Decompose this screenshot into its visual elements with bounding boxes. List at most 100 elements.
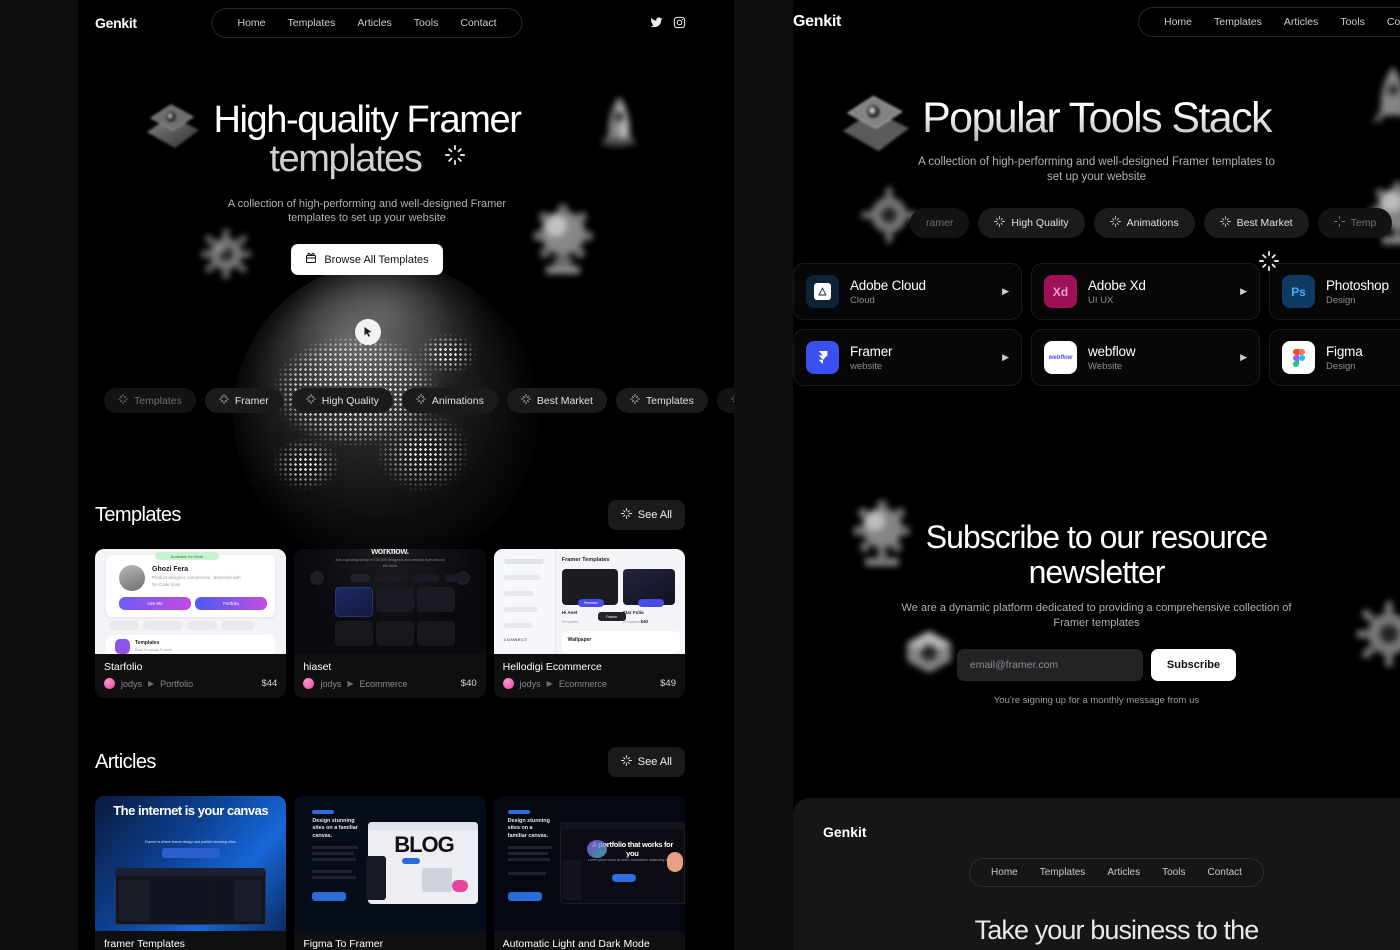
- tag-chip[interactable]: Framer: [716, 388, 734, 413]
- chevron-right-icon[interactable]: ▶: [1240, 352, 1247, 363]
- footer-nav-item-contact[interactable]: Contact: [1196, 865, 1252, 880]
- sparkle-icon: [305, 394, 316, 407]
- brand-logo[interactable]: Genkit: [95, 15, 137, 31]
- article-card-body: Figma To Framer News ▶ Feb 15, 2024: [294, 931, 485, 950]
- instagram-icon[interactable]: [673, 16, 686, 29]
- right-panel: Genkit Home Templates Articles Tools Con…: [735, 0, 1400, 950]
- template-card-body: hiaset jodys ▶ Ecommerce $40: [294, 654, 485, 698]
- footer-nav-item-home[interactable]: Home: [980, 865, 1029, 880]
- article-card[interactable]: Design stunning sites on a familiar canv…: [294, 796, 486, 950]
- tag-label: ramer: [926, 217, 954, 229]
- nav-item-templates[interactable]: Templates: [277, 15, 347, 31]
- nav-item-contact[interactable]: Contact: [1376, 14, 1400, 30]
- globe-cursor-marker[interactable]: [355, 319, 381, 345]
- tag-chip[interactable]: Animations: [1093, 208, 1195, 238]
- email-input[interactable]: [956, 649, 1143, 682]
- thumb-desc: Product designer, solopreneur, obsessed …: [152, 575, 241, 587]
- chevron-right-icon[interactable]: ▶: [1002, 286, 1009, 297]
- footer-brand-logo[interactable]: Genkit: [823, 824, 1400, 840]
- tag-chip[interactable]: Templates: [104, 388, 196, 413]
- browse-all-templates-button[interactable]: Browse All Templates: [291, 244, 443, 276]
- tag-chip[interactable]: High Quality: [978, 208, 1085, 238]
- sparkle-icon: [218, 394, 229, 407]
- tag-chip[interactable]: High Quality: [291, 388, 393, 413]
- sparkle-icon: [1259, 251, 1279, 271]
- left-panel: Genkit Home Templates Articles Tools Con…: [0, 0, 735, 950]
- subscribe-title: Subscribe to our resource newsletter: [793, 520, 1400, 589]
- articles-see-all-button[interactable]: See All: [607, 747, 685, 777]
- templates-section: Templates See All Available for Work Gho…: [95, 500, 685, 698]
- subscribe-button[interactable]: Subscribe: [1150, 649, 1237, 682]
- template-card-meta: jodys ▶ Ecommerce $40: [303, 678, 477, 689]
- nav-item-contact[interactable]: Contact: [449, 15, 507, 31]
- gift-icon: [305, 252, 317, 267]
- see-all-label: See All: [637, 509, 672, 521]
- tool-text: Adobe Xd UI UX: [1088, 278, 1229, 306]
- app-screen: Genkit Home Templates Articles Tools Con…: [0, 0, 1400, 950]
- template-category: Ecommerce: [558, 678, 607, 689]
- tool-text: Adobe Cloud Cloud: [850, 278, 991, 306]
- templates-card-grid: Available for Work Ghozi Fera Product de…: [95, 549, 685, 698]
- subscribe-form: Subscribe: [793, 649, 1400, 682]
- template-card[interactable]: workflow. Join a growing family of 100,0…: [294, 549, 486, 698]
- article-card[interactable]: The internet is your canvas Framer is wh…: [95, 796, 287, 950]
- left-navbar: Genkit Home Templates Articles Tools Con…: [0, 0, 734, 45]
- tag-label: Templates: [134, 394, 182, 407]
- template-card[interactable]: Available for Work Ghozi Fera Product de…: [95, 549, 287, 698]
- tool-card-webflow[interactable]: webflow webflow Website ▶: [1031, 329, 1260, 386]
- template-category: Portfolio: [160, 678, 194, 689]
- nav-item-templates[interactable]: Templates: [1203, 14, 1273, 30]
- tool-card-framer[interactable]: Framer website ▶: [793, 329, 1022, 386]
- nav-item-home[interactable]: Home: [1153, 14, 1203, 30]
- twitter-icon[interactable]: [650, 16, 663, 29]
- nav-links: Home Templates Articles Tools Contact: [1138, 6, 1400, 37]
- tool-card-photoshop[interactable]: Ps Photoshop Design ▶: [1269, 263, 1400, 320]
- sparkle-icon: [118, 394, 128, 407]
- browse-button-label: Browse All Templates: [324, 253, 429, 266]
- nav-item-articles[interactable]: Articles: [1273, 14, 1329, 30]
- templates-heading: Templates: [95, 503, 181, 526]
- article-card-body: framer Templates Website ▶ Feb 15, 2024: [95, 931, 286, 950]
- tool-card-adobe-cloud[interactable]: △ Adobe Cloud Cloud ▶: [793, 263, 1022, 320]
- footer-nav-item-templates[interactable]: Templates: [1029, 865, 1097, 880]
- article-card[interactable]: Design stunning sites on a familiar canv…: [493, 796, 685, 950]
- thumb-btn-portfolio: Portfolio: [195, 597, 267, 610]
- nav-item-tools[interactable]: Tools: [1329, 14, 1376, 30]
- tool-name: Adobe Xd: [1088, 277, 1146, 293]
- tag-chip[interactable]: Templates: [615, 388, 708, 413]
- footer-nav-item-tools[interactable]: Tools: [1151, 865, 1196, 880]
- right-marquee-tags: ramer High Quality Animations Best Marke…: [910, 208, 1393, 238]
- tag-label: Animations: [1126, 217, 1179, 229]
- tool-card-adobe-xd[interactable]: Xd Adobe Xd UI UX ▶: [1031, 263, 1260, 320]
- templates-see-all-button[interactable]: See All: [607, 500, 685, 530]
- thumb-head: Framer Templates: [561, 557, 610, 563]
- brand-logo[interactable]: Genkit: [793, 13, 841, 31]
- subscribe-title-line1: Subscribe to our resource: [925, 519, 1268, 555]
- chevron-right-icon[interactable]: ▶: [1002, 352, 1009, 363]
- thumb-badge: Available for Work: [155, 552, 219, 560]
- footer-nav-item-articles[interactable]: Articles: [1096, 865, 1151, 880]
- nav-item-home[interactable]: Home: [226, 15, 276, 31]
- template-card-meta: jodys ▶ Portfolio $44: [104, 678, 277, 689]
- tag-chip[interactable]: Animations: [401, 388, 498, 413]
- tag-chip[interactable]: Best Market: [1203, 208, 1309, 238]
- subscribe-section: Subscribe to our resource newsletter We …: [793, 520, 1400, 707]
- nav-item-tools[interactable]: Tools: [403, 15, 450, 31]
- template-price: $49: [660, 678, 676, 689]
- avatar: [104, 678, 115, 689]
- tool-category: Design: [1326, 360, 1356, 372]
- nav-item-articles[interactable]: Articles: [346, 15, 402, 31]
- footer-nav: Home Templates Articles Tools Contact: [793, 858, 1400, 887]
- tag-chip[interactable]: Framer: [204, 388, 283, 413]
- chevron-right-icon[interactable]: ▶: [1240, 286, 1247, 297]
- thumb-head: workflow.: [371, 549, 409, 556]
- tag-chip[interactable]: ramer: [910, 208, 970, 238]
- sparkle-icon: [620, 755, 632, 769]
- tool-name: webflow: [1088, 343, 1136, 359]
- tag-chip[interactable]: Best Market: [506, 388, 607, 413]
- sparkle-icon: [994, 216, 1006, 230]
- tool-card-figma[interactable]: Figma Design ▶: [1269, 329, 1400, 386]
- tag-chip[interactable]: Temp: [1317, 208, 1393, 238]
- template-card[interactable]: CONNECT Framer Templates Premium Hi Aset…: [493, 549, 685, 698]
- tool-category: Design: [1326, 294, 1356, 306]
